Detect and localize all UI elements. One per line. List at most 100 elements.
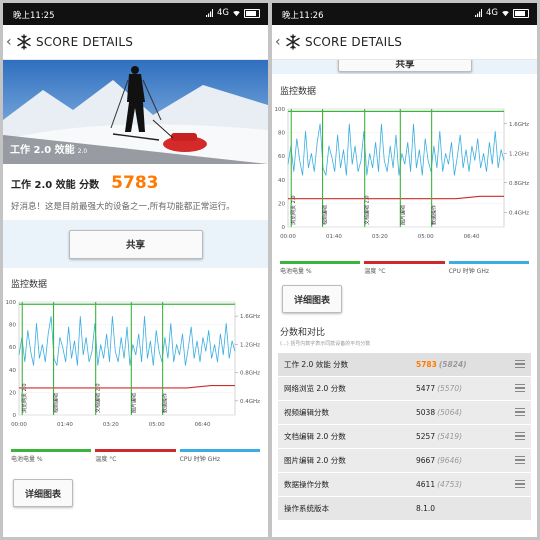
x-tick: 05:00 bbox=[149, 422, 165, 428]
legend-label: CPU 时钟 GHz bbox=[448, 268, 489, 275]
snowflake-logo-icon bbox=[286, 34, 300, 50]
chart-legend: 电池电量 % 温度 °C CPU 时钟 GHz bbox=[280, 261, 529, 275]
y-left-tick: 20 bbox=[9, 390, 16, 396]
header-title: SCORE DETAILS bbox=[36, 35, 134, 49]
score-row-reference: (9646) bbox=[437, 456, 463, 465]
y-left-tick: 80 bbox=[9, 323, 16, 329]
score-table: 工作 2.0 效能 分数 5783 (5824) 网络浏览 2.0 分数 5477 (55… bbox=[278, 353, 531, 521]
share-area: 共享 bbox=[3, 220, 268, 268]
detail-chart-button[interactable]: 详细图表 bbox=[13, 479, 73, 507]
legend-label: 温度 °C bbox=[364, 268, 386, 275]
phase-marker-label: 视频编辑 bbox=[53, 393, 60, 413]
score-row-value: 5038 (5064) bbox=[416, 408, 516, 417]
hero-title: 工作 2.0 效能 bbox=[10, 145, 75, 156]
chart-legend: 电池电量 % 温度 °C CPU 时钟 GHz bbox=[11, 449, 260, 463]
row-menu-icon[interactable] bbox=[515, 480, 525, 490]
legend-label: 电池电量 % bbox=[280, 268, 312, 275]
score-row-label: 图片编辑 2.0 分数 bbox=[284, 456, 346, 465]
score-row-reference: (5824) bbox=[438, 360, 467, 369]
y-right-tick: 0.4GHz bbox=[240, 399, 260, 405]
legend-label: 温度 °C bbox=[95, 456, 117, 463]
y-left-tick: 60 bbox=[9, 345, 16, 351]
legend-item: 电池电量 % bbox=[280, 261, 361, 275]
legend-item: 电池电量 % bbox=[11, 449, 92, 463]
score-value: 5783 bbox=[111, 173, 159, 193]
row-menu-icon[interactable] bbox=[515, 408, 525, 418]
y-right-tick: 0.8GHz bbox=[240, 371, 260, 377]
x-tick: 03:20 bbox=[372, 234, 388, 240]
share-area-partial: 共享 bbox=[272, 60, 537, 74]
phase-marker-label: 文档编辑 2.0 bbox=[364, 195, 371, 225]
y-left-tick: 60 bbox=[278, 154, 285, 160]
status-icons: 4G bbox=[475, 8, 529, 18]
status-bar: 晚上11:26 4G bbox=[272, 3, 537, 25]
x-tick: 06:40 bbox=[464, 234, 480, 240]
share-button[interactable]: 共享 bbox=[68, 229, 203, 259]
monitoring-chart: 100 80 60 40 20 0 1.6GHz 1.2GHz 0.8GHz 0.4GHz 00:0… bbox=[275, 107, 530, 240]
share-button-partial[interactable]: 共享 bbox=[338, 60, 472, 72]
compare-title: 分数和对比 bbox=[280, 328, 326, 338]
score-row-reference: (5419) bbox=[437, 432, 463, 441]
legend-swatch bbox=[11, 449, 92, 452]
x-tick: 01:40 bbox=[57, 422, 73, 428]
phase-marker-label: 视频编辑 bbox=[322, 205, 329, 225]
score-row[interactable]: 图片编辑 2.0 分数 9667 (9646) bbox=[278, 449, 531, 473]
detail-chart-button[interactable]: 详细图表 bbox=[282, 285, 342, 313]
score-row-label: 视频编辑分数 bbox=[284, 408, 329, 417]
status-time: 晚上11:25 bbox=[13, 11, 55, 21]
score-row[interactable]: 工作 2.0 效能 分数 5783 (5824) bbox=[278, 353, 531, 377]
y-right-tick: 1.6GHz bbox=[509, 122, 529, 128]
score-row-label: 工作 2.0 效能 分数 bbox=[284, 360, 349, 369]
score-value-text: 8.1.0 bbox=[416, 504, 436, 513]
legend-item: 温度 °C bbox=[95, 449, 176, 463]
app-header: ‹ SCORE DETAILS bbox=[272, 25, 537, 60]
phase-marker-label: 文档编辑 2.0 bbox=[95, 383, 102, 413]
phase-marker-label: 数据操作 bbox=[162, 393, 169, 413]
y-left-tick: 100 bbox=[6, 300, 17, 306]
legend-swatch bbox=[280, 261, 361, 264]
score-row-value: 5477 (5570) bbox=[416, 384, 516, 393]
monitoring-chart: 100 80 60 40 20 0 1.6GHz 1.2GHz 0.8GHz 0.4GHz 00:0… bbox=[6, 300, 261, 428]
status-icons: 4G bbox=[206, 8, 260, 18]
signal-icon bbox=[206, 9, 213, 17]
row-menu-icon[interactable] bbox=[515, 432, 525, 442]
score-row-value: 9667 (9646) bbox=[416, 456, 516, 465]
score-row[interactable]: 视频编辑分数 5038 (5064) bbox=[278, 401, 531, 425]
back-chevron-icon[interactable]: ‹ bbox=[6, 34, 16, 50]
y-left-tick: 20 bbox=[278, 201, 285, 207]
back-chevron-icon[interactable]: ‹ bbox=[275, 34, 285, 50]
row-menu-icon[interactable] bbox=[515, 456, 525, 466]
row-menu-icon[interactable] bbox=[515, 384, 525, 394]
score-value-text: 9667 bbox=[416, 456, 436, 465]
x-tick: 00:00 bbox=[11, 422, 27, 428]
x-tick: 06:40 bbox=[195, 422, 211, 428]
y-right-tick: 1.2GHz bbox=[509, 151, 529, 157]
score-row-reference: (5570) bbox=[437, 384, 463, 393]
score-value-text: 4611 bbox=[416, 480, 436, 489]
score-row[interactable]: 文档编辑 2.0 分数 5257 (5419) bbox=[278, 425, 531, 449]
left-screen: 晚上11:25 4G ‹ SCORE DETAILS 工作 2.0 效能 2.0… bbox=[3, 3, 268, 537]
hero-label: 工作 2.0 效能 2.0 bbox=[10, 141, 87, 156]
phase-marker-label: 浏览网页 2.0 bbox=[290, 195, 297, 225]
row-menu-icon[interactable] bbox=[515, 360, 525, 370]
score-row[interactable]: 数据操作分数 4611 (4753) bbox=[278, 473, 531, 497]
x-tick: 03:20 bbox=[103, 422, 119, 428]
right-screen: 晚上11:26 4G ‹ SCORE DETAILS 共享 监控数据 100 80… bbox=[272, 3, 537, 537]
phase-marker-label: 图片编辑 bbox=[130, 393, 137, 413]
y-left-tick: 0 bbox=[282, 225, 286, 231]
y-right-tick: 0.8GHz bbox=[509, 181, 529, 187]
score-row[interactable]: 操作系统版本 8.1.0 bbox=[278, 497, 531, 521]
wifi-icon bbox=[233, 10, 240, 17]
app-header: ‹ SCORE DETAILS bbox=[3, 25, 268, 60]
hero-version: 2.0 bbox=[77, 148, 88, 155]
network-type: 4G bbox=[217, 8, 229, 18]
score-value-text: 5257 bbox=[416, 432, 436, 441]
score-row-value: 8.1.0 bbox=[416, 504, 516, 513]
score-row-label: 操作系统版本 bbox=[284, 504, 329, 513]
y-right-tick: 0.4GHz bbox=[509, 210, 529, 216]
score-value-text: 5038 bbox=[416, 408, 436, 417]
score-row[interactable]: 网络浏览 2.0 分数 5477 (5570) bbox=[278, 377, 531, 401]
good-news-text: 好消息！这是目前最强大的设备之一,所有功能都正常运行。 bbox=[11, 202, 235, 212]
x-tick: 00:00 bbox=[280, 234, 296, 240]
score-row-value: 4611 (4753) bbox=[416, 480, 516, 489]
